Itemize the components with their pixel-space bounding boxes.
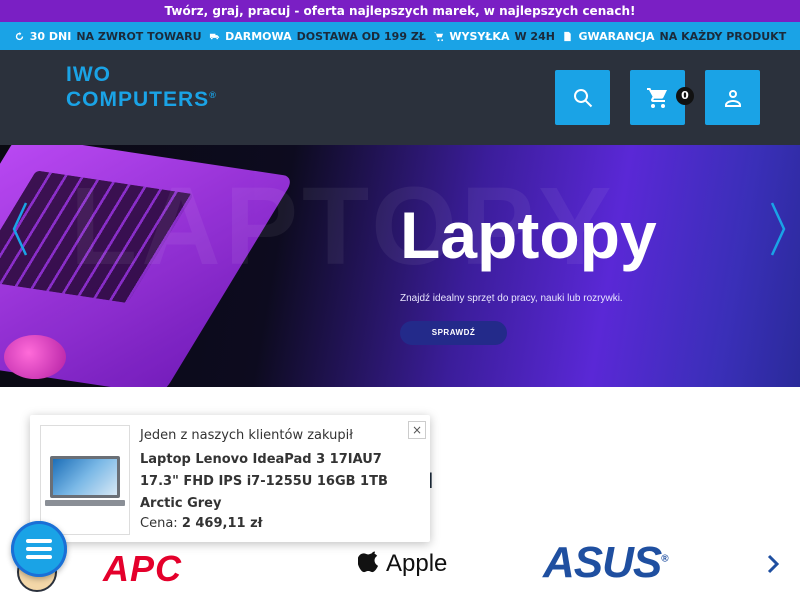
price-label: Cena: <box>140 516 178 531</box>
menu-icon-bar <box>26 555 52 559</box>
site-logo[interactable]: IWO COMPUTERS® <box>66 64 217 110</box>
benefit-shipping: WYSYŁKA W 24H <box>433 30 555 43</box>
popup-product-link[interactable]: Laptop Lenovo IdeaPad 3 17IAU7 17.3" FHD… <box>140 449 410 515</box>
brand-asus-logo[interactable]: ASUS® <box>543 538 669 588</box>
benefit-highlight: GWARANCJA <box>578 29 655 43</box>
price-value: 2 469,11 zł <box>181 516 263 531</box>
banner-prev-arrow[interactable] <box>10 199 30 259</box>
brand-apc-logo[interactable]: APC <box>103 548 182 590</box>
brand-asus-text: ASUS <box>543 538 662 587</box>
product-thumbnail[interactable] <box>40 425 130 535</box>
popup-price: Cena: 2 469,11 zł <box>140 516 262 531</box>
benefit-text: DOSTAWA OD 199 ZŁ <box>296 29 426 43</box>
apple-logo-icon <box>358 551 379 573</box>
return-icon <box>15 31 23 40</box>
promo-topbar: Twórz, graj, pracuj - oferta najlepszych… <box>0 0 800 22</box>
popup-message: Jeden z naszych klientów zakupił <box>140 428 353 443</box>
user-icon <box>724 89 741 107</box>
logo-registered-mark: ® <box>209 90 217 100</box>
brand-apple-logo[interactable]: Apple <box>358 550 447 578</box>
brand-asus-mark: ® <box>661 553 668 565</box>
menu-icon-bar <box>26 539 52 543</box>
benefits-bar: 30 DNI NA ZWROT TOWARU DARMOWA DOSTAWA O… <box>0 22 800 50</box>
search-icon <box>573 88 592 107</box>
banner-cta-button[interactable]: SPRAWDŹ <box>400 321 507 345</box>
logo-line2: COMPUTERS <box>66 88 210 111</box>
benefit-text: NA KAŻDY PRODUKT <box>659 29 787 43</box>
mouse-illustration <box>4 335 66 379</box>
chevron-right-icon <box>767 554 780 574</box>
banner-next-arrow[interactable] <box>768 199 788 259</box>
cart-icon <box>434 31 444 41</box>
benefit-text: W 24H <box>514 29 555 43</box>
benefit-returns: 30 DNI NA ZWROT TOWARU <box>14 30 202 43</box>
search-button[interactable] <box>555 70 610 125</box>
brands-next-arrow[interactable] <box>765 552 781 576</box>
recent-purchase-popup[interactable]: Jeden z naszych klientów zakupił Laptop … <box>30 415 430 542</box>
account-button[interactable] <box>705 70 760 125</box>
logo-line1: IWO <box>66 63 111 86</box>
chevron-left-icon <box>12 202 28 256</box>
benefit-free-delivery: DARMOWA DOSTAWA OD 199 ZŁ <box>209 30 426 43</box>
benefit-highlight: WYSYŁKA <box>449 29 510 43</box>
menu-icon-bar <box>26 547 52 551</box>
banner-subtitle: Znajdź idealny sprzęt do pracy, nauki lu… <box>400 293 623 304</box>
document-icon <box>564 31 572 41</box>
cart-icon <box>646 87 667 108</box>
benefit-warranty: GWARANCJA NA KAŻDY PRODUKT <box>562 30 786 43</box>
benefit-highlight: 30 DNI <box>29 29 72 43</box>
brand-apple-text: Apple <box>386 550 448 577</box>
benefit-text: NA ZWROT TOWARU <box>76 29 202 43</box>
menu-button[interactable] <box>11 521 67 577</box>
chevron-right-icon <box>770 202 786 256</box>
hero-banner[interactable]: LAPTOPY Laptopy Znajdź idealny sprzęt do… <box>0 145 800 387</box>
close-button[interactable]: × <box>408 421 426 439</box>
laptop-base-illustration <box>45 500 125 506</box>
benefit-highlight: DARMOWA <box>225 29 292 43</box>
truck-icon <box>209 33 220 39</box>
laptop-screen-illustration <box>50 456 120 498</box>
banner-title: Laptopy <box>400 198 657 272</box>
cart-count-badge: 0 <box>676 87 694 105</box>
